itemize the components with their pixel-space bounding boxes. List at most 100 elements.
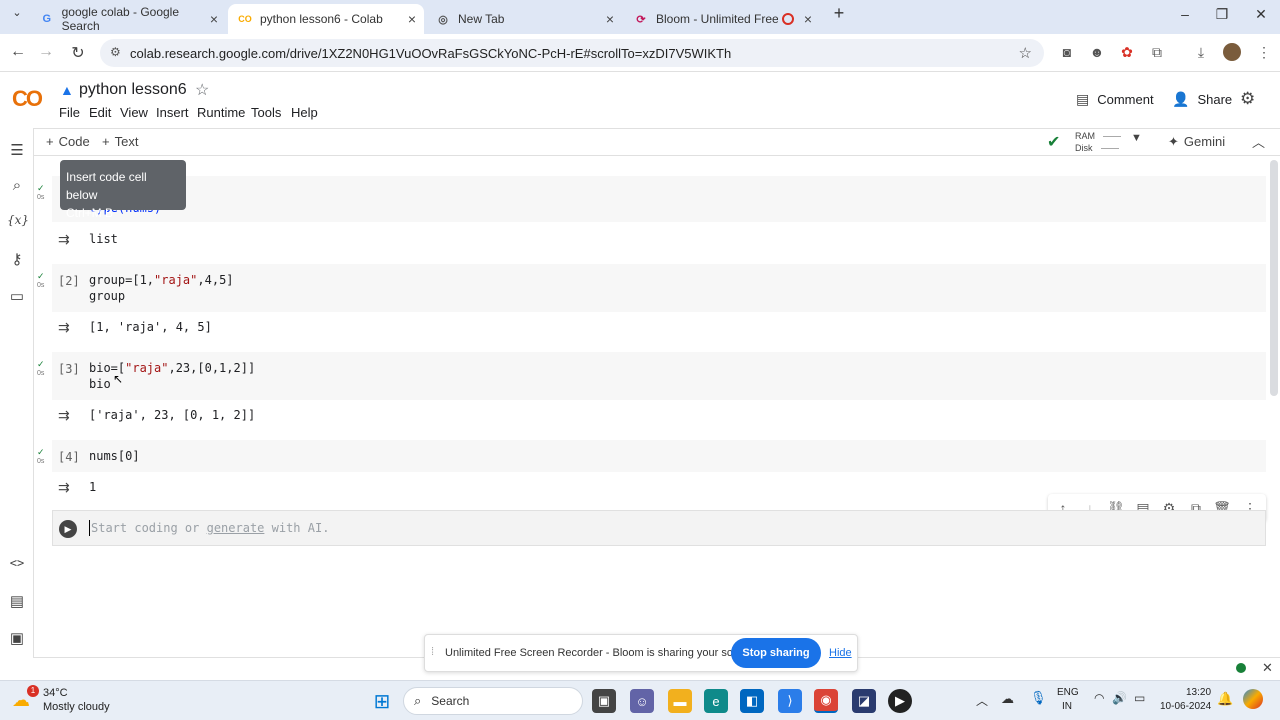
battery-icon[interactable]: ▭ (1134, 691, 1145, 705)
settings-gear-icon[interactable]: ⚙ (1240, 89, 1255, 109)
add-code-button[interactable]: + Code (46, 134, 90, 149)
collapse-chevron-icon[interactable]: ︿ (1252, 132, 1265, 151)
stop-sharing-button[interactable]: Stop sharing (731, 638, 821, 668)
teams-icon[interactable]: ☺ (630, 689, 654, 713)
notification-bell-icon[interactable]: 🔔 (1217, 691, 1233, 707)
new-tab-button[interactable]: + (824, 3, 854, 24)
code-snippets-icon[interactable]: <> (7, 556, 27, 576)
files-folder-icon[interactable]: ▭ (7, 287, 27, 307)
close-tab-icon[interactable]: × (606, 11, 614, 27)
site-info-icon[interactable]: ⚙ (110, 45, 121, 59)
runtime-dropdown-icon[interactable]: ▼ (1131, 132, 1142, 144)
output-toggle-icon[interactable]: ⇉ (58, 479, 70, 496)
secrets-key-icon[interactable]: ⚷ (7, 250, 27, 270)
app-icon[interactable]: ◪ (852, 689, 876, 713)
code-cell-4[interactable] (52, 440, 1266, 472)
back-icon[interactable]: ← (8, 43, 28, 61)
close-tab-icon[interactable]: × (804, 11, 812, 27)
add-text-button[interactable]: + Text (102, 134, 138, 149)
extensions-puzzle-icon[interactable]: ⧉ (1147, 44, 1167, 61)
camera-icon[interactable]: ◙ (1057, 44, 1077, 60)
copilot-icon[interactable] (1243, 689, 1263, 709)
variables-icon[interactable]: {x} (7, 213, 29, 233)
windows-start-icon[interactable]: ⊞ (370, 689, 394, 713)
taskbar-search[interactable]: ⌕ Search (403, 687, 583, 715)
volume-icon[interactable]: 🔊 (1112, 691, 1127, 705)
forward-icon[interactable]: → (36, 43, 56, 61)
generate-link[interactable]: generate (207, 521, 265, 535)
gemini-button[interactable]: ✦ Gemini (1168, 134, 1225, 150)
connection-status-dot (1236, 663, 1246, 673)
tab-search-chevron-icon[interactable]: ⌄ (2, 6, 32, 19)
close-tab-icon[interactable]: × (408, 11, 416, 27)
menu-insert[interactable]: Insert (156, 105, 189, 120)
output-toggle-icon[interactable]: ⇉ (58, 231, 70, 248)
extension-face-icon[interactable]: ☻ (1087, 44, 1107, 60)
output-toggle-icon[interactable]: ⇉ (58, 407, 70, 424)
tab-new-tab[interactable]: ◎ New Tab × (426, 4, 622, 34)
language-1[interactable]: ENG (1057, 687, 1079, 698)
colab-logo[interactable]: CO (12, 86, 43, 112)
download-icon[interactable]: ⤓ (1191, 44, 1211, 61)
tab-title: google colab - Google Search (61, 5, 180, 33)
edge-icon[interactable]: e (704, 689, 728, 713)
vscode-icon[interactable]: ⟩ (778, 689, 802, 713)
tab-colab[interactable]: CO python lesson6 - Colab × (228, 4, 424, 34)
resource-monitor[interactable]: RAM Disk (1075, 130, 1121, 154)
drag-handle-icon[interactable]: ⁞ (431, 646, 434, 658)
hide-link[interactable]: Hide (829, 647, 852, 659)
menu-tools[interactable]: Tools (251, 105, 281, 120)
code-cell-2[interactable] (52, 264, 1266, 312)
menu-runtime[interactable]: Runtime (197, 105, 245, 120)
menu-file[interactable]: File (59, 105, 80, 120)
bookmark-star-icon[interactable]: ☆ (1019, 44, 1032, 62)
close-tab-icon[interactable]: × (210, 11, 218, 27)
output-toggle-icon[interactable]: ⇉ (58, 319, 70, 336)
clock-date[interactable]: 10-06-2024 (1160, 701, 1211, 712)
chrome-menu-icon[interactable]: ⋮ (1254, 44, 1274, 61)
language-2[interactable]: IN (1062, 701, 1072, 712)
weather-temp[interactable]: 34°C (43, 687, 68, 699)
star-icon[interactable]: ☆ (195, 80, 209, 100)
weather-desc[interactable]: Mostly cloudy (43, 701, 110, 713)
drive-icon[interactable]: ▲ (60, 82, 74, 98)
terminal-icon[interactable]: ▣ (7, 629, 27, 649)
table-of-contents-icon[interactable]: ☰ (7, 141, 27, 161)
bloom-extension-icon[interactable]: ✿ (1117, 44, 1137, 61)
tab-google-search[interactable]: G google colab - Google Search × (30, 4, 226, 34)
command-palette-icon[interactable]: ▤ (7, 592, 27, 612)
cell-output: ['raja', 23, [0, 1, 2]] (89, 408, 256, 422)
recorder-icon[interactable]: ▶ (888, 689, 912, 713)
microphone-icon[interactable]: 🎙 (1030, 690, 1047, 706)
wifi-icon[interactable]: ◠ (1094, 691, 1104, 705)
run-status-check: ✓ 0s (37, 447, 45, 466)
share-button[interactable]: 👤 Share (1172, 91, 1232, 108)
code-cell-1[interactable] (52, 176, 1266, 222)
comment-button[interactable]: ▤ Comment (1076, 91, 1154, 108)
clock-time[interactable]: 13:20 (1186, 687, 1211, 698)
plus-icon: + (102, 134, 110, 149)
scrollbar-thumb[interactable] (1270, 160, 1278, 396)
task-view-icon[interactable]: ▣ (592, 689, 616, 713)
tab-bloom[interactable]: ⟳ Bloom - Unlimited Free Scre × (624, 4, 820, 34)
show-hidden-icons[interactable]: ︿ (976, 692, 988, 709)
file-explorer-icon[interactable]: ▬ (668, 689, 692, 713)
maximize-icon[interactable]: ❐ (1207, 6, 1237, 23)
store-icon[interactable]: ◧ (740, 689, 764, 713)
code-input-placeholder[interactable]: Start coding or generate with AI. (89, 520, 329, 536)
close-status-icon[interactable]: ✕ (1262, 660, 1273, 676)
notebook-title[interactable]: python lesson6 (79, 81, 187, 99)
minimize-icon[interactable]: – (1170, 6, 1200, 22)
run-cell-button[interactable]: ▶ (59, 520, 77, 538)
chrome-taskbar-icon[interactable]: ◉ (814, 689, 838, 713)
menu-edit[interactable]: Edit (89, 105, 111, 120)
menu-help[interactable]: Help (291, 105, 318, 120)
menu-view[interactable]: View (120, 105, 148, 120)
profile-avatar[interactable] (1223, 43, 1241, 61)
url-bar[interactable]: ⚙ colab.research.google.com/drive/1XZ2N0… (100, 39, 1044, 67)
close-window-icon[interactable]: ✕ (1246, 6, 1276, 23)
onedrive-icon[interactable]: ☁ (1001, 691, 1014, 707)
code-string-token: "raja" (125, 361, 169, 375)
reload-icon[interactable]: ↻ (68, 43, 88, 63)
search-icon[interactable]: ⌕ (7, 177, 27, 197)
